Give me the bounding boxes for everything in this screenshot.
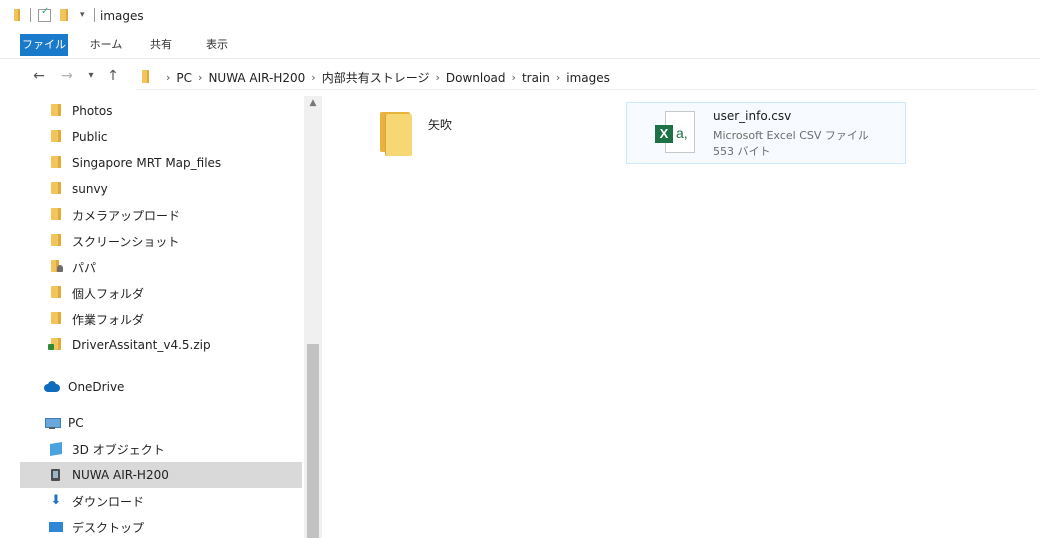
sidebar-item-desktop[interactable]: デスクトップ bbox=[20, 514, 302, 538]
window-title: images bbox=[100, 9, 144, 23]
file-size: 553 バイト bbox=[713, 145, 771, 158]
zip-folder-icon bbox=[48, 338, 64, 352]
breadcrumb-separator-icon[interactable]: › bbox=[435, 71, 439, 84]
device-icon bbox=[48, 468, 64, 482]
sidebar-item-papa[interactable]: パパ bbox=[20, 254, 302, 280]
folder-name: 矢吹 bbox=[428, 118, 453, 132]
file-explorer-window: ✓ ▾ images ファイル ホーム 共有 表示 ← → ▾ ↑ › PC ›… bbox=[0, 0, 1040, 538]
sidebar-item-work-folder[interactable]: 作業フォルダ bbox=[20, 306, 302, 332]
sidebar-item-label: カメラアップロード bbox=[72, 208, 181, 223]
scrollbar-thumb[interactable] bbox=[307, 344, 319, 538]
folder-icon bbox=[48, 312, 64, 326]
breadcrumb: › PC › NUWA AIR-H200 › 内部共有ストレージ › Downl… bbox=[166, 69, 610, 86]
sidebar-item-driver-assistant-zip[interactable]: DriverAssitant_v4.5.zip bbox=[20, 332, 302, 358]
sidebar-item-label: OneDrive bbox=[68, 380, 125, 394]
sidebar-item-photos[interactable]: Photos bbox=[20, 98, 302, 124]
breadcrumb-item-device[interactable]: NUWA AIR-H200 bbox=[208, 71, 305, 85]
sidebar-item-nuwa-air-h200[interactable]: NUWA AIR-H200 bbox=[20, 462, 302, 488]
breadcrumb-separator-icon[interactable]: › bbox=[311, 71, 315, 84]
recent-locations-chevron-icon[interactable]: ▾ bbox=[82, 70, 100, 81]
sidebar-item-onedrive[interactable]: OneDrive bbox=[20, 374, 302, 400]
ribbon-tabs: ファイル ホーム 共有 表示 bbox=[0, 32, 1040, 59]
breadcrumb-item-train[interactable]: train bbox=[522, 71, 550, 85]
folder-icon bbox=[48, 104, 64, 118]
sidebar-item-label: 3D オブジェクト bbox=[72, 442, 165, 457]
sidebar-item-label: DriverAssitant_v4.5.zip bbox=[72, 338, 211, 352]
breadcrumb-item-internal-storage[interactable]: 内部共有ストレージ bbox=[322, 69, 430, 86]
sidebar-item-3d-objects[interactable]: 3D オブジェクト bbox=[20, 436, 302, 462]
title-bar: ✓ ▾ images bbox=[0, 0, 1040, 32]
folder-icon bbox=[48, 182, 64, 196]
navigation-pane: Photos Public Singapore MRT Map_files su… bbox=[0, 96, 322, 538]
tab-view[interactable]: 表示 bbox=[200, 34, 234, 56]
navigation-bar: ← → ▾ ↑ › PC › NUWA AIR-H200 › 内部共有ストレージ… bbox=[0, 60, 1040, 94]
sidebar-item-label: PC bbox=[68, 416, 84, 430]
breadcrumb-item-pc[interactable]: PC bbox=[176, 71, 192, 85]
separator bbox=[94, 8, 95, 22]
sidebar-item-label: ダウンロード bbox=[72, 494, 145, 509]
shared-folder-icon bbox=[48, 260, 64, 274]
download-icon: ⬇ bbox=[50, 493, 62, 508]
tab-file[interactable]: ファイル bbox=[20, 34, 68, 56]
sidebar-item-pc[interactable]: PC bbox=[20, 410, 302, 436]
breadcrumb-separator-icon[interactable]: › bbox=[198, 71, 202, 84]
folder-icon bbox=[48, 208, 64, 222]
sidebar-item-label: デスクトップ bbox=[72, 520, 145, 535]
breadcrumb-item-images[interactable]: images bbox=[566, 71, 610, 85]
folder-icon bbox=[48, 234, 64, 248]
desktop-icon bbox=[48, 520, 64, 534]
forward-arrow-icon[interactable]: → bbox=[58, 68, 76, 84]
sidebar-item-label: sunvy bbox=[72, 182, 108, 196]
sidebar-item-label: 個人フォルダ bbox=[72, 286, 145, 301]
sidebar-item-label: Photos bbox=[72, 104, 113, 118]
breadcrumb-separator-icon[interactable]: › bbox=[512, 71, 516, 84]
breadcrumb-separator-icon: › bbox=[166, 71, 171, 84]
folder-icon bbox=[48, 156, 64, 170]
up-arrow-icon[interactable]: ↑ bbox=[104, 68, 122, 84]
file-name: user_info.csv bbox=[713, 109, 792, 123]
folder-icon bbox=[14, 9, 20, 21]
excel-csv-file-icon: X a, bbox=[651, 111, 695, 155]
folder-icon bbox=[48, 130, 64, 144]
breadcrumb-separator-icon[interactable]: › bbox=[556, 71, 560, 84]
folder-icon bbox=[380, 110, 414, 156]
sidebar-scrollbar[interactable]: ▲ bbox=[304, 96, 322, 538]
sidebar-item-downloads[interactable]: ⬇ ダウンロード bbox=[20, 488, 302, 514]
back-arrow-icon[interactable]: ← bbox=[30, 68, 48, 84]
sidebar-item-screenshots[interactable]: スクリーンショット bbox=[20, 228, 302, 254]
sidebar-item-label: パパ bbox=[72, 260, 97, 275]
sidebar-item-personal-folder[interactable]: 個人フォルダ bbox=[20, 280, 302, 306]
pc-icon bbox=[44, 416, 61, 430]
new-folder-icon[interactable] bbox=[60, 9, 68, 21]
file-list-pane: 矢吹 X a, user_info.csv Microsoft Excel CS… bbox=[322, 96, 1040, 538]
breadcrumb-item-download[interactable]: Download bbox=[446, 71, 506, 85]
scroll-up-arrow-icon[interactable]: ▲ bbox=[308, 98, 318, 108]
sidebar-item-camera-upload[interactable]: カメラアップロード bbox=[20, 202, 302, 228]
sidebar-item-label: 作業フォルダ bbox=[72, 312, 145, 327]
address-bar[interactable]: › PC › NUWA AIR-H200 › 内部共有ストレージ › Downl… bbox=[136, 65, 1036, 90]
sidebar-item-label: Singapore MRT Map_files bbox=[72, 156, 222, 170]
cloud-icon bbox=[44, 380, 60, 394]
customize-toolbar-chevron-icon[interactable]: ▾ bbox=[80, 10, 85, 20]
sidebar-item-label: NUWA AIR-H200 bbox=[72, 468, 169, 482]
folder-icon bbox=[142, 70, 149, 83]
file-item-user-info-csv[interactable]: X a, user_info.csv Microsoft Excel CSV フ… bbox=[626, 102, 906, 164]
sidebar-item-label: Public bbox=[72, 130, 108, 144]
sidebar-item-public[interactable]: Public bbox=[20, 124, 302, 150]
sidebar-item-sunvy[interactable]: sunvy bbox=[20, 176, 302, 202]
tab-home[interactable]: ホーム bbox=[86, 34, 126, 56]
3d-objects-icon bbox=[48, 441, 64, 457]
sidebar-item-singapore-mrt-map-files[interactable]: Singapore MRT Map_files bbox=[20, 150, 302, 176]
folder-icon bbox=[48, 286, 64, 300]
properties-icon[interactable]: ✓ bbox=[38, 6, 51, 22]
tab-share[interactable]: 共有 bbox=[144, 34, 178, 56]
sidebar-item-label: スクリーンショット bbox=[72, 234, 180, 249]
separator bbox=[30, 8, 31, 22]
file-type: Microsoft Excel CSV ファイル bbox=[713, 129, 869, 142]
